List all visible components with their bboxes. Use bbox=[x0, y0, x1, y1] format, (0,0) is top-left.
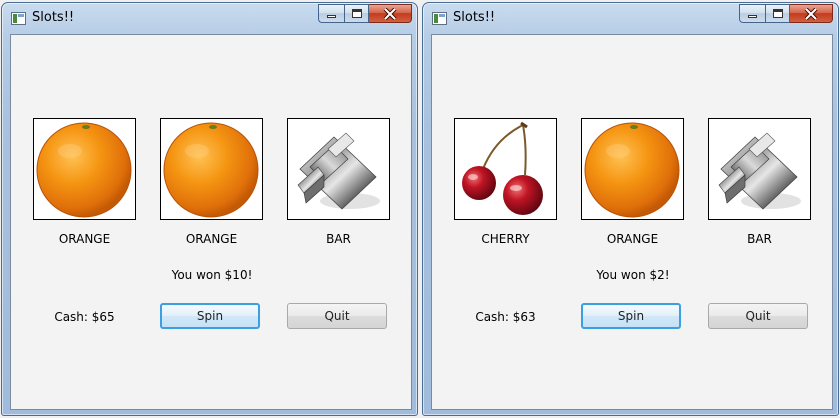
title-bar[interactable]: Slots!! bbox=[2, 3, 417, 33]
close-button[interactable] bbox=[790, 4, 833, 23]
bar-icon bbox=[297, 132, 380, 210]
slots-window-2: Slots!! CHERRY ORANGE BAR You won $2! Ca… bbox=[422, 2, 839, 416]
result-message: You won $2! bbox=[596, 268, 670, 282]
window-title: Slots!! bbox=[453, 10, 496, 25]
reel-1-label: ORANGE bbox=[58, 232, 111, 246]
reel-2 bbox=[160, 118, 263, 220]
reel-3 bbox=[287, 118, 390, 220]
result-message: You won $10! bbox=[171, 268, 253, 282]
slots-window-1: Slots!! ORANGE ORANGE BAR You won $10! C… bbox=[1, 2, 418, 416]
close-button[interactable] bbox=[369, 4, 412, 23]
minimize-icon bbox=[327, 15, 336, 18]
orange-icon bbox=[163, 122, 259, 218]
maximize-icon bbox=[773, 9, 783, 18]
cherry-icon bbox=[462, 121, 543, 215]
close-icon bbox=[790, 5, 832, 22]
client-area: ORANGE ORANGE BAR You won $10! Cash: $65… bbox=[10, 34, 412, 410]
minimize-icon bbox=[748, 15, 757, 18]
app-icon bbox=[432, 12, 447, 25]
reel-1-label: CHERRY bbox=[481, 232, 530, 246]
reel-1 bbox=[33, 118, 136, 220]
bar-icon bbox=[718, 132, 801, 210]
reel-3 bbox=[708, 118, 811, 220]
close-icon bbox=[369, 5, 411, 22]
reel-2-label: ORANGE bbox=[185, 232, 238, 246]
window-title: Slots!! bbox=[32, 10, 75, 25]
spin-button[interactable]: Spin bbox=[160, 303, 260, 329]
minimize-button[interactable] bbox=[739, 4, 765, 23]
maximize-button[interactable] bbox=[765, 4, 790, 23]
reel-3-label: BAR bbox=[326, 232, 351, 246]
cash-label: Cash: $63 bbox=[475, 310, 536, 324]
reel-2 bbox=[581, 118, 684, 220]
reel-2-label: ORANGE bbox=[606, 232, 659, 246]
spin-button[interactable]: Spin bbox=[581, 303, 681, 329]
cash-label: Cash: $65 bbox=[54, 310, 115, 324]
app-icon bbox=[11, 12, 26, 25]
maximize-button[interactable] bbox=[344, 4, 369, 23]
client-area: CHERRY ORANGE BAR You won $2! Cash: $63 … bbox=[431, 34, 833, 410]
reel-1 bbox=[454, 118, 557, 220]
quit-button[interactable]: Quit bbox=[287, 303, 387, 329]
reel-3-label: BAR bbox=[747, 232, 772, 246]
minimize-button[interactable] bbox=[318, 4, 344, 23]
orange-icon bbox=[36, 122, 132, 218]
quit-button[interactable]: Quit bbox=[708, 303, 808, 329]
maximize-icon bbox=[352, 9, 362, 18]
title-bar[interactable]: Slots!! bbox=[423, 3, 838, 33]
orange-icon bbox=[584, 122, 680, 218]
